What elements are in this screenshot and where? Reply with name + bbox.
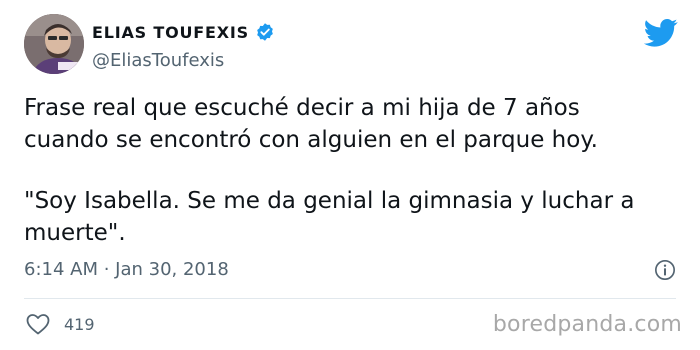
like-action[interactable]: 419 <box>26 313 95 335</box>
tweet-paragraph: "Soy Isabella. Se me da genial la gimnas… <box>24 188 635 246</box>
display-name[interactable]: ELIAS TOUFEXIS <box>92 23 249 42</box>
divider <box>24 298 676 299</box>
verified-badge-icon <box>257 23 273 41</box>
profile-photo-icon <box>24 14 84 74</box>
author-name-row[interactable]: ELIAS TOUFEXIS <box>92 22 275 42</box>
tweet-body: Frase real que escuché decir a mi hija d… <box>24 92 664 249</box>
tweet-timestamp[interactable]: 6:14 AM · Jan 30, 2018 <box>24 259 229 280</box>
tweet-paragraph: Frase real que escuché decir a mi hija d… <box>24 95 598 153</box>
twitter-bird-icon[interactable] <box>644 18 678 48</box>
tweet-card: ELIAS TOUFEXIS @EliasToufexis Frase real… <box>0 0 700 350</box>
avatar[interactable] <box>24 14 84 74</box>
like-count: 419 <box>64 314 95 334</box>
info-icon[interactable] <box>654 259 676 281</box>
author-handle[interactable]: @EliasToufexis <box>92 50 224 71</box>
watermark: boredpanda.com <box>492 312 682 337</box>
heart-icon[interactable] <box>26 313 50 335</box>
